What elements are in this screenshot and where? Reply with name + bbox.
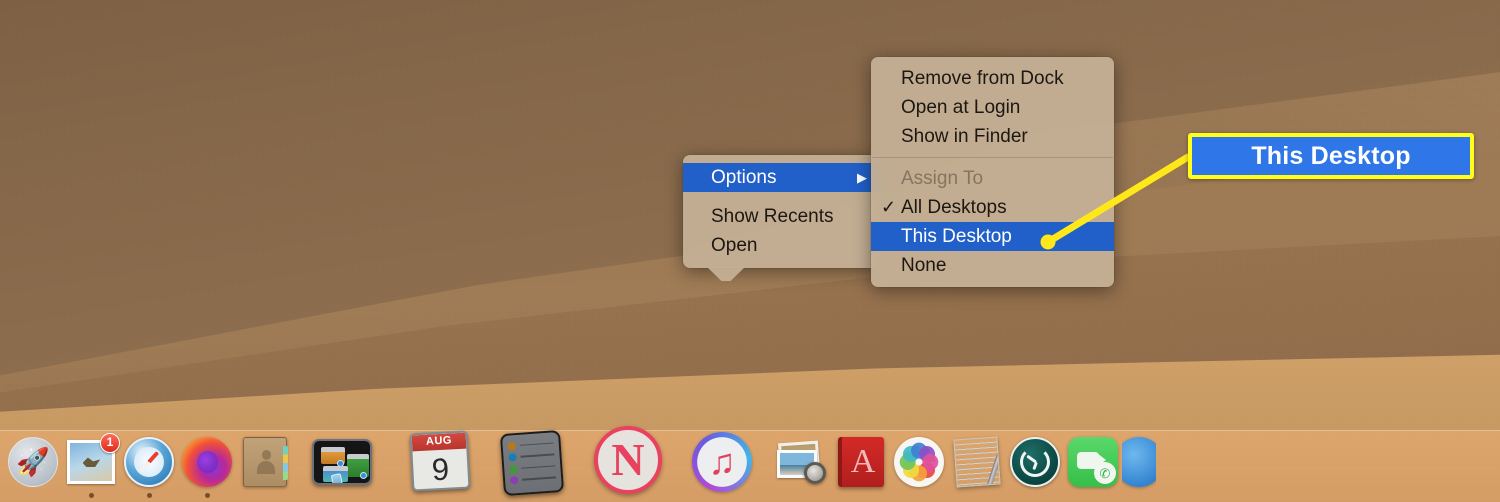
firefox-icon [182,437,232,487]
windows-icon [312,439,372,485]
acrobat-a-icon: A [838,437,884,487]
menu-item-label: Show in Finder [901,126,1028,147]
running-indicator [204,493,210,498]
menu-item-options[interactable]: Options ▶ [683,163,881,192]
dock-item-preview[interactable] [774,430,832,498]
music-note-icon: ♫ [692,432,752,492]
menu-item-show-in-finder[interactable]: Show in Finder [871,122,1114,151]
dock-item-mail[interactable]: 1 [62,430,120,498]
menu-item-label: Assign To [901,168,984,189]
menu-item-remove-from-dock[interactable]: Remove from Dock [871,64,1114,93]
dock-item-safari[interactable] [120,430,178,498]
menu-item-open-at-login[interactable]: Open at Login [871,93,1114,122]
video-camera-icon: ✆ [1068,437,1118,487]
rocket-icon: 🚀 [8,437,58,487]
dock-item-news[interactable]: N [586,426,668,498]
dock[interactable]: 🚀 1 AUG 9 N ♫ A ✆ [0,426,1500,502]
news-n-icon: N [594,426,662,494]
menu-item-this-desktop[interactable]: This Desktop [871,222,1114,251]
menu-item-label: All Desktops [901,197,1007,218]
dock-item-launchpad[interactable]: 🚀 [4,430,62,498]
checklist-icon [499,429,565,497]
annotation-callout-label: This Desktop [1251,141,1411,170]
address-book-icon [243,437,288,487]
phone-icon: ✆ [1094,462,1116,484]
running-indicator [88,493,94,498]
app-icon [1122,437,1156,487]
compass-icon [124,437,174,487]
dock-item-calendar[interactable]: AUG 9 [402,430,476,498]
menu-item-label: Show Recents [711,206,834,227]
pinwheel-icon [894,437,944,487]
menu-item-label: None [901,255,947,276]
clock-rewind-icon [1010,437,1060,487]
acrobat-glyph: A [850,443,876,480]
dock-item-context-menu[interactable]: Options ▶ Show Recents Open [683,155,881,281]
menu-item-all-desktops[interactable]: ✓ All Desktops [871,193,1114,222]
menu-item-open[interactable]: Open [683,231,881,260]
checkmark-icon: ✓ [881,197,897,217]
dock-item-facetime[interactable]: ✆ [1064,430,1122,498]
dock-item-partial[interactable] [1122,430,1156,498]
running-indicator [146,493,152,498]
photo-loupe-icon [777,440,829,484]
dock-item-firefox[interactable] [178,430,236,498]
menu-item-label: Open [711,235,758,256]
notepad-pen-icon [953,436,1001,488]
options-submenu[interactable]: Remove from Dock Open at Login Show in F… [871,57,1114,287]
dock-item-acrobat[interactable]: A [832,430,890,498]
dock-item-photos[interactable] [890,430,948,498]
menu-item-none[interactable]: None [871,251,1114,280]
dock-item-mission-control[interactable] [310,430,386,498]
dock-item-notes[interactable] [948,430,1006,498]
chevron-right-icon: ▶ [857,170,867,185]
menu-separator [872,157,1113,158]
menu-item-label: This Desktop [901,226,1012,247]
menu-item-label: Open at Login [901,97,1021,118]
menu-item-label: Options [711,167,777,188]
mail-badge: 1 [100,433,120,453]
annotation-callout: This Desktop [1188,133,1474,179]
dock-item-time-machine[interactable] [1006,430,1064,498]
dock-item-contacts[interactable] [236,430,294,498]
itunes-glyph: ♫ [708,441,736,482]
calendar-icon: AUG 9 [409,430,471,492]
calendar-day: 9 [430,451,450,487]
menu-item-show-recents[interactable]: Show Recents [683,202,881,231]
menu-item-assign-to: Assign To [871,164,1114,193]
menu-item-label: Remove from Dock [901,68,1064,89]
dock-item-itunes[interactable]: ♫ [684,430,758,498]
news-glyph: N [611,434,645,485]
dock-item-reminders[interactable] [492,429,570,498]
